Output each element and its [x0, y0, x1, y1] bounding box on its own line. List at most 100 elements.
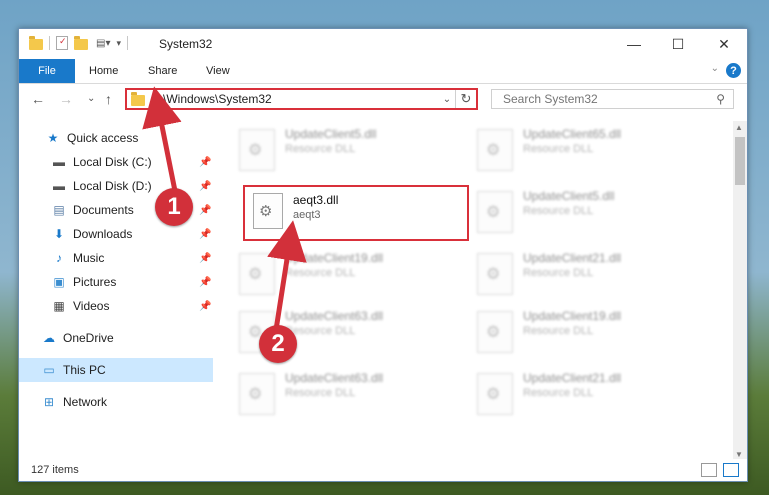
file-name: UpdateClient65.dll	[523, 127, 622, 141]
address-bar[interactable]: C:\Windows\System32 ⌄ ↻	[125, 88, 478, 110]
quick-access-toolbar: ✓ ▤▾ ▾	[29, 35, 134, 50]
search-box[interactable]: ⚲	[491, 89, 734, 109]
drive-icon: ▬	[53, 155, 65, 169]
file-name: UpdateClient5.dll	[285, 127, 377, 141]
search-input[interactable]	[501, 91, 705, 107]
file-tile[interactable]: UpdateClient19.dll Resource DLL	[463, 305, 693, 359]
music-icon: ♪	[56, 251, 62, 265]
address-dropdown-icon[interactable]: ⌄	[439, 94, 455, 105]
maximize-button[interactable]: ☐	[655, 29, 701, 59]
properties-icon[interactable]: ✓	[56, 36, 68, 50]
file-type: Resource DLL	[285, 387, 356, 399]
file-type: Resource DLL	[523, 267, 594, 279]
sidebar-item-label: OneDrive	[63, 331, 114, 345]
search-icon[interactable]: ⚲	[716, 92, 725, 106]
dll-file-icon	[253, 193, 283, 229]
file-name: UpdateClient5.dll	[523, 189, 615, 203]
sidebar-item-label: Local Disk (C:)	[73, 155, 152, 169]
close-button[interactable]: ✕	[701, 29, 747, 59]
file-name: UpdateClient63.dll	[285, 309, 384, 323]
item-count: 127 items	[31, 464, 79, 476]
status-bar: 127 items	[19, 459, 747, 481]
file-name: UpdateClient63.dll	[285, 371, 384, 385]
pin-icon[interactable]: 📌	[199, 277, 211, 288]
file-tile[interactable]: UpdateClient5.dll Resource DLL	[463, 185, 693, 239]
sidebar-item-downloads[interactable]: ⬇ Downloads 📌	[19, 222, 213, 246]
help-icon[interactable]: ?	[726, 63, 741, 78]
ribbon-tabs: File Home Share View ⌄ ?	[19, 59, 747, 84]
pin-icon[interactable]: 📌	[199, 205, 211, 216]
videos-icon: ▦	[53, 299, 65, 313]
file-type: Resource DLL	[523, 205, 594, 217]
customize-toolbar-icon[interactable]: ▤▾	[96, 38, 110, 49]
pin-icon[interactable]: 📌	[199, 301, 211, 312]
tab-file[interactable]: File	[19, 59, 75, 83]
explorer-window: ✓ ▤▾ ▾ System32 — ☐ ✕ File Home Share Vi…	[18, 28, 748, 482]
file-tile[interactable]: UpdateClient65.dll Resource DLL	[463, 123, 693, 177]
sidebar-item-label: Network	[63, 395, 108, 409]
downloads-icon: ⬇	[53, 227, 65, 241]
sidebar-item-quick-access[interactable]: ★ Quick access	[19, 126, 213, 150]
tab-share[interactable]: Share	[148, 59, 177, 83]
file-type: Resource DLL	[523, 325, 594, 337]
step-2-badge: 2	[259, 325, 297, 363]
pin-icon[interactable]: 📌	[199, 157, 211, 168]
sidebar-item-onedrive[interactable]: ☁ OneDrive	[19, 326, 213, 350]
file-tile[interactable]: UpdateClient63.dll Resource DLL	[225, 367, 455, 421]
refresh-button[interactable]: ↻	[455, 90, 476, 108]
file-tile[interactable]: UpdateClient5.dll Resource DLL	[225, 123, 455, 177]
back-button[interactable]: ←	[31, 91, 45, 107]
dll-file-icon	[239, 129, 275, 171]
expand-ribbon-icon[interactable]: ⌄	[711, 63, 719, 74]
pin-icon[interactable]: 📌	[199, 229, 211, 240]
scrollbar-thumb[interactable]	[735, 137, 745, 185]
file-name: UpdateClient19.dll	[523, 309, 622, 323]
file-tile[interactable]: UpdateClient21.dll Resource DLL	[463, 367, 693, 421]
sidebar-item-videos[interactable]: ▦ Videos 📌	[19, 294, 213, 318]
file-name: UpdateClient21.dll	[523, 251, 622, 265]
file-type: aeqt3	[293, 209, 321, 221]
forward-button[interactable]: →	[59, 91, 73, 107]
dll-file-icon	[239, 253, 275, 295]
new-folder-icon[interactable]	[74, 35, 88, 50]
sidebar-item-music[interactable]: ♪ Music 📌	[19, 246, 213, 270]
tab-view[interactable]: View	[206, 59, 230, 83]
file-list: UpdateClient5.dll Resource DLL UpdateClie…	[225, 121, 725, 461]
file-tile[interactable]: UpdateClient21.dll Resource DLL	[463, 247, 693, 301]
file-tile[interactable]: UpdateClient19.dll Resource DLL	[225, 247, 455, 301]
dll-file-icon	[477, 311, 513, 353]
divider	[127, 36, 128, 50]
dll-file-icon	[477, 191, 513, 233]
file-name: UpdateClient19.dll	[285, 251, 384, 265]
scroll-down-icon[interactable]: ▼	[735, 450, 743, 459]
dll-file-icon	[477, 373, 513, 415]
toolbar-dropdown-icon[interactable]: ▾	[116, 38, 121, 49]
navigation-pane: ★ Quick access ▬ Local Disk (C:) 📌 ▬ Loc…	[19, 121, 213, 461]
sidebar-item-this-pc[interactable]: ▭ This PC	[19, 358, 213, 382]
folder-icon	[29, 35, 43, 50]
pin-icon[interactable]: 📌	[199, 181, 211, 192]
view-toggle	[701, 463, 739, 477]
scroll-up-icon[interactable]: ▲	[735, 123, 743, 132]
details-view-icon[interactable]	[701, 463, 717, 477]
large-icons-view-icon[interactable]	[723, 463, 739, 477]
sidebar-item-local-disk-c[interactable]: ▬ Local Disk (C:) 📌	[19, 150, 213, 174]
up-button[interactable]: ↑	[105, 91, 112, 107]
navigation-bar: ← → ⌄ ↑ C:\Windows\System32 ⌄ ↻ ⚲	[19, 85, 747, 115]
dll-file-icon	[239, 373, 275, 415]
tab-home[interactable]: Home	[89, 59, 118, 83]
pin-icon[interactable]: 📌	[199, 253, 211, 264]
cloud-icon: ☁	[43, 331, 55, 345]
recent-locations-button[interactable]: ⌄	[87, 93, 95, 104]
address-path[interactable]: C:\Windows\System32	[151, 92, 439, 106]
sidebar-item-pictures[interactable]: ▣ Pictures 📌	[19, 270, 213, 294]
dll-file-icon	[477, 129, 513, 171]
sidebar-item-network[interactable]: ⊞ Network	[19, 390, 213, 414]
network-icon: ⊞	[43, 395, 55, 409]
documents-icon: ▤	[53, 203, 65, 217]
vertical-scrollbar[interactable]: ▲ ▼	[733, 121, 747, 461]
highlighted-file-tile[interactable]: aeqt3.dll aeqt3	[243, 185, 469, 241]
minimize-button[interactable]: —	[611, 29, 657, 59]
sidebar-item-label: Downloads	[73, 227, 133, 241]
file-type: Resource DLL	[285, 143, 356, 155]
